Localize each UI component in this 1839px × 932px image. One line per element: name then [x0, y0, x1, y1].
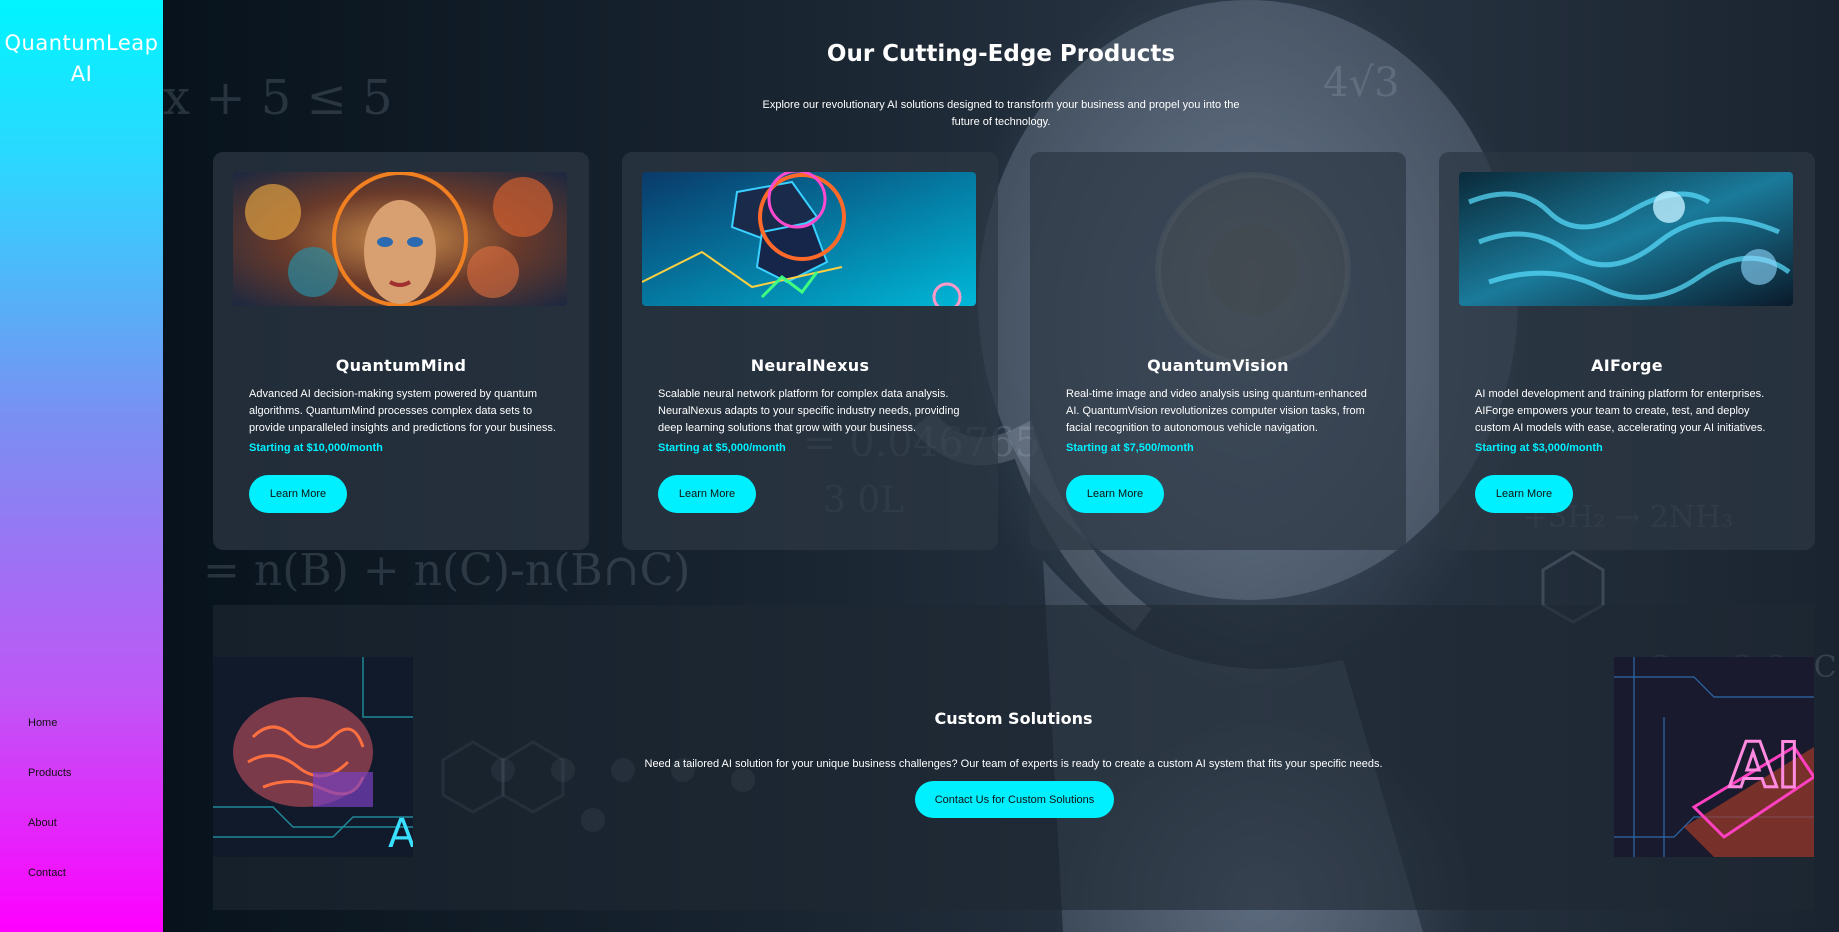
ai-chip-graphic: AI — [1614, 657, 1814, 857]
product-title: QuantumMind — [335, 356, 467, 375]
circuit-art-image — [1459, 172, 1793, 306]
product-image-neuralnexus — [642, 172, 976, 306]
products-subtitle: Explore our revolutionary AI solutions d… — [762, 99, 1240, 128]
product-price: Starting at $5,000/month — [658, 442, 786, 454]
product-card-quantumvision: QuantumVision Real-time image and video … — [1030, 152, 1406, 550]
product-description: Real-time image and video analysis using… — [1066, 388, 1367, 434]
brain-chip-graphic: A — [213, 657, 413, 857]
product-price: Starting at $3,000/month — [1475, 442, 1603, 454]
product-title: AIForge — [1591, 356, 1663, 375]
ai-chip-image: AI — [1614, 657, 1814, 857]
nav-home[interactable]: Home — [28, 717, 71, 767]
site-logo[interactable]: QuantumLeap AI — [0, 28, 163, 90]
product-title: QuantumVision — [1147, 356, 1289, 375]
network-cube-image — [642, 172, 976, 306]
bg-math-text: = n(B) + n(C)-n(B∩C) — [203, 545, 691, 596]
svg-text:AI: AI — [1729, 729, 1800, 802]
custom-solutions-section: A Custom Solutions Need a tailored AI so… — [213, 605, 1814, 910]
sidebar-nav: Home Products About Contact — [28, 717, 71, 917]
nav-products[interactable]: Products — [28, 767, 71, 817]
main-content: x + 5 ≤ 5 = n(B) + n(C)-n(B∩C) 4√3 = 0.0… — [163, 0, 1839, 932]
learn-more-button[interactable]: Learn More — [658, 475, 756, 513]
product-image-quantummind — [233, 172, 567, 306]
product-card-aiforge: AIForge AI model development and trainin… — [1439, 152, 1815, 550]
product-title: NeuralNexus — [750, 356, 870, 375]
product-price: Starting at $10,000/month — [249, 442, 383, 454]
svg-text:A: A — [388, 811, 413, 857]
sidebar: QuantumLeap AI Home Products About Conta… — [0, 0, 163, 932]
products-heading: Our Cutting-Edge Products — [826, 41, 1176, 68]
product-card-neuralnexus: NeuralNexus Scalable neural network plat… — [622, 152, 998, 550]
bg-math-text: x + 5 ≤ 5 — [163, 70, 393, 126]
product-card-quantummind: QuantumMind Advanced AI decision-making … — [213, 152, 589, 550]
product-description: Scalable neural network platform for com… — [658, 388, 960, 434]
learn-more-button[interactable]: Learn More — [1475, 475, 1573, 513]
product-description: Advanced AI decision-making system power… — [249, 388, 556, 434]
product-image-aiforge — [1459, 172, 1793, 306]
learn-more-button[interactable]: Learn More — [249, 475, 347, 513]
nav-contact[interactable]: Contact — [28, 867, 71, 917]
product-description: AI model development and training platfo… — [1475, 388, 1766, 434]
product-price: Starting at $7,500/month — [1066, 442, 1194, 454]
custom-solutions-heading: Custom Solutions — [934, 709, 1093, 729]
brain-chip-image: A — [213, 657, 413, 857]
nav-about[interactable]: About — [28, 817, 71, 867]
contact-custom-solutions-button[interactable]: Contact Us for Custom Solutions — [915, 781, 1114, 818]
portrait-art-image — [233, 172, 567, 306]
custom-solutions-description: Need a tailored AI solution for your uni… — [644, 758, 1383, 770]
learn-more-button[interactable]: Learn More — [1066, 475, 1164, 513]
